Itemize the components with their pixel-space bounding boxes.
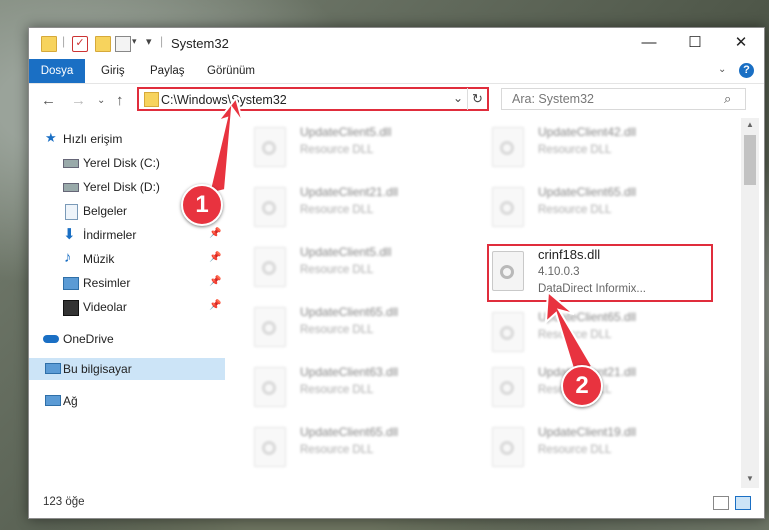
annotation-arrows — [207, 95, 594, 380]
arrow-1 — [207, 95, 244, 196]
callout-badge-2: 2 — [561, 365, 603, 407]
callout-badge-1: 1 — [181, 184, 223, 226]
